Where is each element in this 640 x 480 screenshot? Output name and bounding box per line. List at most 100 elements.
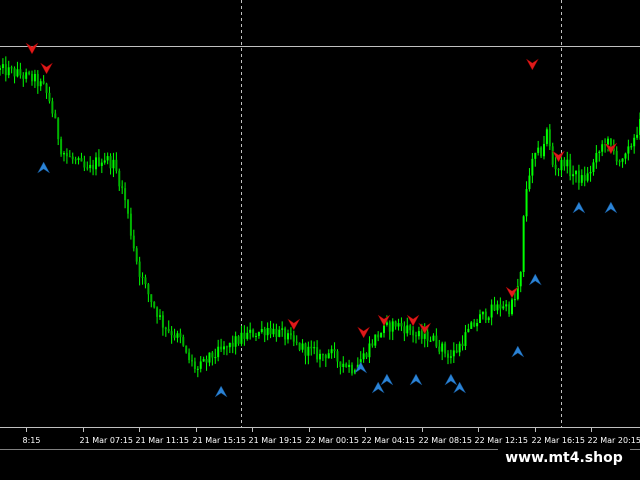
- candle-body: [121, 186, 124, 189]
- candle-body: [461, 343, 464, 346]
- x-tick-label: 21 Mar 19:15: [249, 436, 302, 445]
- candle-body: [368, 343, 371, 358]
- candle-body: [429, 340, 432, 342]
- candle-body: [100, 162, 103, 166]
- candle-body: [435, 335, 438, 347]
- x-tick-label: 21 Mar 11:15: [136, 436, 189, 445]
- candle-body: [7, 67, 10, 76]
- candle-body: [156, 307, 159, 317]
- candle-body: [147, 284, 150, 295]
- candle-body: [22, 75, 25, 79]
- candle-body: [214, 357, 217, 359]
- candle-body: [182, 337, 185, 346]
- candle-body: [68, 156, 71, 158]
- candle-body: [388, 322, 391, 332]
- candle-body: [316, 347, 319, 360]
- candle-body: [470, 322, 473, 329]
- candle-body: [42, 81, 45, 84]
- candle-body: [28, 72, 31, 74]
- candle-body: [417, 331, 420, 337]
- candle-body: [377, 334, 380, 338]
- candle-body: [499, 304, 502, 309]
- candle-body: [537, 147, 540, 153]
- candle-body: [109, 156, 112, 169]
- candle-body: [447, 353, 449, 358]
- candle-body: [289, 333, 292, 336]
- candle-body: [103, 160, 106, 163]
- candle-body: [86, 167, 89, 169]
- candle-body: [71, 156, 74, 160]
- candle-body: [415, 335, 417, 337]
- candle-body: [569, 159, 572, 177]
- candle-body: [336, 351, 339, 362]
- candle-body: [39, 81, 42, 87]
- candle-body: [191, 360, 193, 362]
- candle-body: [33, 73, 36, 82]
- candle-body: [566, 159, 569, 167]
- candle-body: [298, 342, 301, 350]
- candle-body: [115, 159, 118, 171]
- candle-body: [135, 248, 138, 262]
- candle-body: [342, 363, 345, 368]
- candle-body: [586, 173, 589, 181]
- candle-body: [237, 336, 240, 344]
- candle-body: [63, 153, 65, 155]
- candle-body: [57, 118, 60, 140]
- candle-body: [409, 325, 412, 331]
- candle-body: [528, 175, 531, 190]
- candle-body: [609, 138, 612, 145]
- candle-body: [223, 346, 225, 350]
- candle-body: [502, 306, 505, 309]
- candle-body: [89, 164, 92, 169]
- candle-body: [231, 342, 234, 347]
- candle-body: [83, 161, 86, 168]
- candle-body: [16, 69, 19, 77]
- candle-body: [150, 294, 153, 302]
- candle-body: [391, 321, 394, 332]
- candle-body: [508, 304, 511, 315]
- candle-body: [144, 277, 147, 285]
- candle-body: [575, 170, 577, 175]
- candle-body: [202, 359, 205, 362]
- candle-body: [36, 73, 39, 87]
- candle-body: [420, 331, 423, 339]
- candle-body: [167, 329, 170, 332]
- candle-body: [225, 346, 228, 348]
- candle-body: [601, 144, 604, 152]
- candle-body: [560, 159, 563, 171]
- candle-body: [260, 329, 263, 333]
- candle-body: [519, 272, 522, 287]
- candle-body: [543, 143, 545, 157]
- candle-body: [112, 159, 115, 169]
- x-tick-label: 22 Mar 16:15: [532, 436, 585, 445]
- candle-body: [397, 323, 400, 327]
- candle-body: [179, 333, 182, 338]
- candle-body: [621, 158, 624, 162]
- candle-body: [324, 355, 327, 359]
- candle-body: [304, 343, 307, 356]
- candle-body: [522, 216, 525, 273]
- candle-body: [10, 67, 13, 69]
- candle-body: [432, 335, 435, 341]
- price-chart[interactable]: 8:15 21 Mar 07:15 21 Mar 11:15 21 Mar 15:15…: [0, 0, 640, 480]
- candle-body: [487, 317, 490, 321]
- candle-body: [598, 151, 601, 153]
- candle-body: [257, 332, 260, 336]
- candle-body: [624, 153, 627, 159]
- candle-body: [362, 353, 365, 360]
- candle-body: [1, 64, 4, 69]
- candle-body: [452, 350, 455, 357]
- candle-body: [496, 304, 499, 311]
- candle-body: [548, 129, 551, 147]
- candle-body: [173, 335, 176, 338]
- x-tick-label: 22 Mar 00:15: [306, 436, 359, 445]
- candle-body: [118, 170, 121, 187]
- candle-body: [365, 353, 368, 358]
- candle-body: [31, 73, 33, 82]
- candle-body: [481, 311, 484, 315]
- candle-body: [339, 361, 342, 368]
- candle-body: [633, 137, 636, 147]
- candle-body: [193, 361, 196, 369]
- candle-body: [292, 335, 295, 342]
- candle-body: [449, 356, 452, 358]
